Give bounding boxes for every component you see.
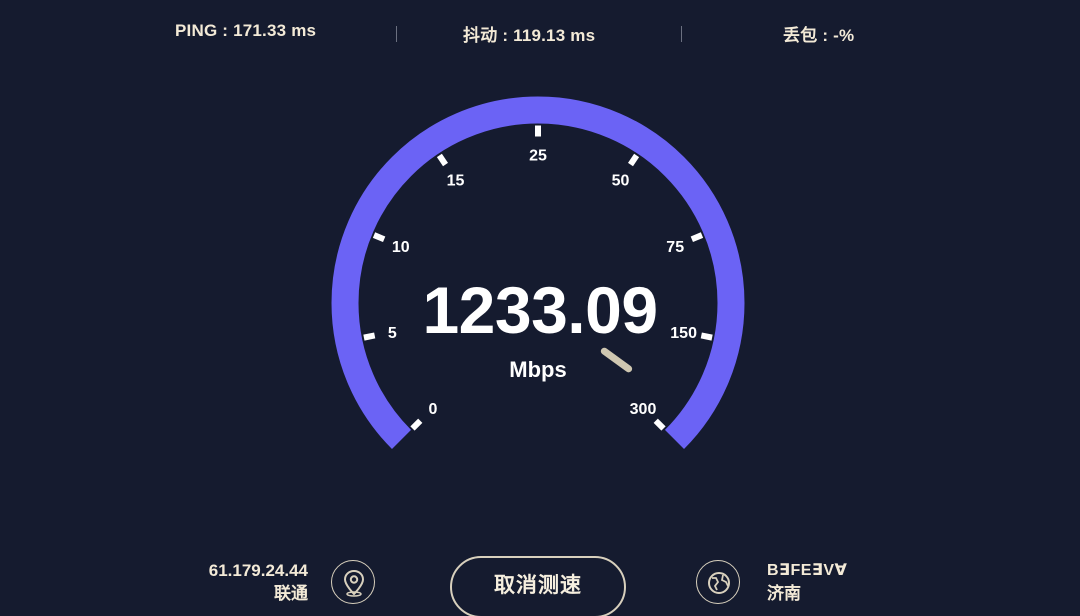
location-pin-icon	[331, 560, 375, 604]
server-globe-icon	[696, 560, 740, 604]
gauge-tick-label: 10	[392, 239, 410, 256]
gauge-tick-label: 75	[666, 239, 684, 256]
gauge-needle	[600, 347, 633, 373]
gauge-tick-label: 25	[529, 148, 547, 165]
gauge-tick	[372, 232, 386, 243]
server-name: B∃FE∃V∀	[767, 562, 848, 579]
gauge-tick	[690, 232, 704, 243]
gauge-tick-label: 0	[429, 401, 438, 418]
gauge-tick-label: 15	[447, 173, 465, 190]
client-isp: 联通	[274, 584, 308, 603]
gauge-tick	[410, 418, 423, 431]
gauge-tick	[653, 418, 666, 431]
client-ip: 61.179.24.44	[208, 561, 308, 580]
server-info: B∃FE∃V∀ 济南	[767, 560, 847, 606]
speedtest-screen: PING : 171.33 ms 抖动 : 119.13 ms 丢包 : -% …	[0, 0, 1080, 616]
server-location: 济南	[767, 584, 801, 603]
gauge-tick-label: 300	[630, 401, 657, 418]
client-info: 61.179.24.44 联通	[190, 560, 308, 606]
gauge-tick	[436, 153, 448, 167]
cancel-test-button[interactable]: 取消测速	[450, 556, 626, 616]
gauge-tick	[628, 153, 640, 167]
speed-unit: Mbps	[509, 357, 567, 382]
speed-value: 1233.09	[422, 273, 658, 347]
gauge-tick-label: 50	[612, 173, 630, 190]
